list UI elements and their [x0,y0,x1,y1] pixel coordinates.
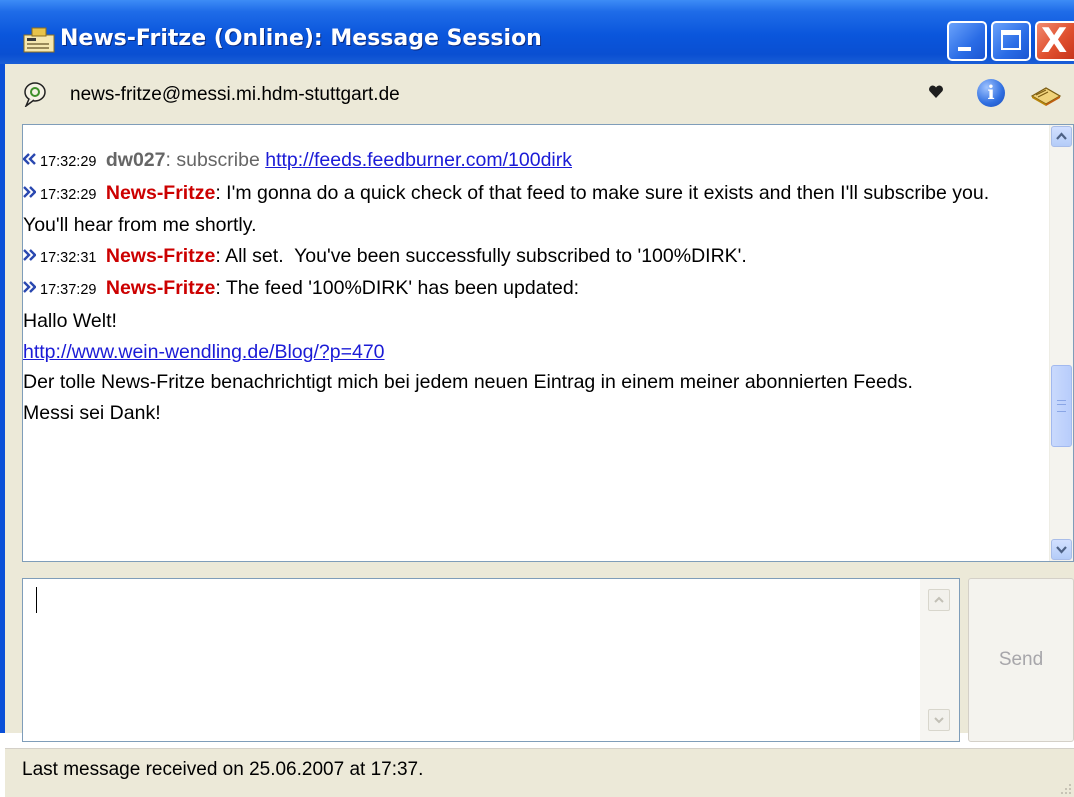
message-link[interactable]: http://feeds.feedburner.com/100dirk [265,149,572,171]
history-scrollbar[interactable] [1049,125,1073,561]
send-button[interactable]: Send [968,578,1074,742]
scroll-up-button[interactable] [1051,126,1072,147]
message-row: 17:37:29 News-Fritze: The feed '100%DIRK… [23,273,1035,306]
feed-title: Hallo Welt! [23,309,117,332]
outgoing-arrow-icon [23,248,36,261]
message-text: subscribe [176,149,266,171]
chevron-down-icon [1056,546,1067,554]
minimize-icon [958,47,971,51]
client-area: news-fritze@messi.mi.hdm-stuttgart.de i … [5,64,1074,797]
text-caret [36,587,37,613]
message-sender: News-Fritze [105,181,216,204]
status-text: Last message received on 25.06.2007 at 1… [22,759,424,780]
scroll-thumb[interactable] [1051,365,1072,447]
message-text: All set. You've been successfully subscr… [225,244,747,267]
contact-address: news-fritze@messi.mi.hdm-stuttgart.de [70,84,400,105]
contact-bubble-icon[interactable] [23,81,47,107]
message-time: 17:32:29 [40,186,97,203]
incoming-arrow-icon [23,153,36,165]
close-icon: X [1041,21,1068,61]
book-icon[interactable] [1030,84,1062,106]
info-glyph: i [987,82,995,104]
status-bar: Last message received on 25.06.2007 at 1… [5,748,1074,797]
contact-header: news-fritze@messi.mi.hdm-stuttgart.de i [5,64,1074,124]
message-separator: : [215,244,226,267]
message-time: 17:37:29 [40,282,97,299]
scroll-down-button[interactable] [1051,539,1072,560]
message-sender: News-Fritze [105,244,216,267]
message-separator: : [165,149,177,171]
window-title: News-Fritze (Online): Message Session [60,26,542,51]
chat-history[interactable]: 17:32:29 dw027: subscribe http://feeds.f… [22,124,1074,562]
message-session-window: News-Fritze (Online): Message Session X … [0,0,1074,797]
heart-icon[interactable] [928,85,944,99]
chevron-up-icon [934,596,944,603]
info-icon[interactable]: i [977,79,1005,107]
maximize-button[interactable] [991,21,1031,61]
app-icon [23,27,55,53]
minimize-button[interactable] [947,21,987,61]
message-separator: : [215,181,227,204]
feed-closing: Messi sei Dank! [23,401,161,424]
message-sender: dw027 [105,149,166,171]
chat-messages: 17:32:29 dw027: subscribe http://feeds.f… [23,145,1035,428]
chevron-up-icon [1056,132,1067,140]
resize-grip-icon[interactable] [1058,781,1074,797]
grip-icon [1057,400,1066,412]
feed-link[interactable]: http://www.wein-wendling.de/Blog/?p=470 [23,341,385,363]
feed-body: Der tolle News-Fritze benachrichtigt mic… [23,371,913,394]
close-button[interactable]: X [1035,21,1074,61]
input-scrollbar[interactable] [920,579,959,741]
title-bar[interactable]: News-Fritze (Online): Message Session X [0,0,1074,64]
message-time: 17:32:31 [40,249,97,266]
message-sender: News-Fritze [105,277,216,300]
message-text: The feed '100%DIRK' has been updated: [225,277,580,300]
message-row: 17:32:29 News-Fritze: I'm gonna do a qui… [23,178,1035,241]
message-separator: : [215,277,226,300]
input-scroll-down-button[interactable] [928,709,950,731]
outgoing-arrow-icon [23,281,36,294]
input-scroll-up-button[interactable] [928,589,950,611]
message-input[interactable] [23,579,918,739]
message-time: 17:32:29 [40,154,97,170]
message-row: 17:32:29 dw027: subscribe http://feeds.f… [23,145,1035,178]
chevron-down-icon [934,717,944,724]
outgoing-arrow-icon [23,185,36,198]
maximize-icon [1001,30,1021,50]
message-row: 17:32:31 News-Fritze: All set. You've be… [23,241,1035,274]
message-input-container [22,578,960,742]
